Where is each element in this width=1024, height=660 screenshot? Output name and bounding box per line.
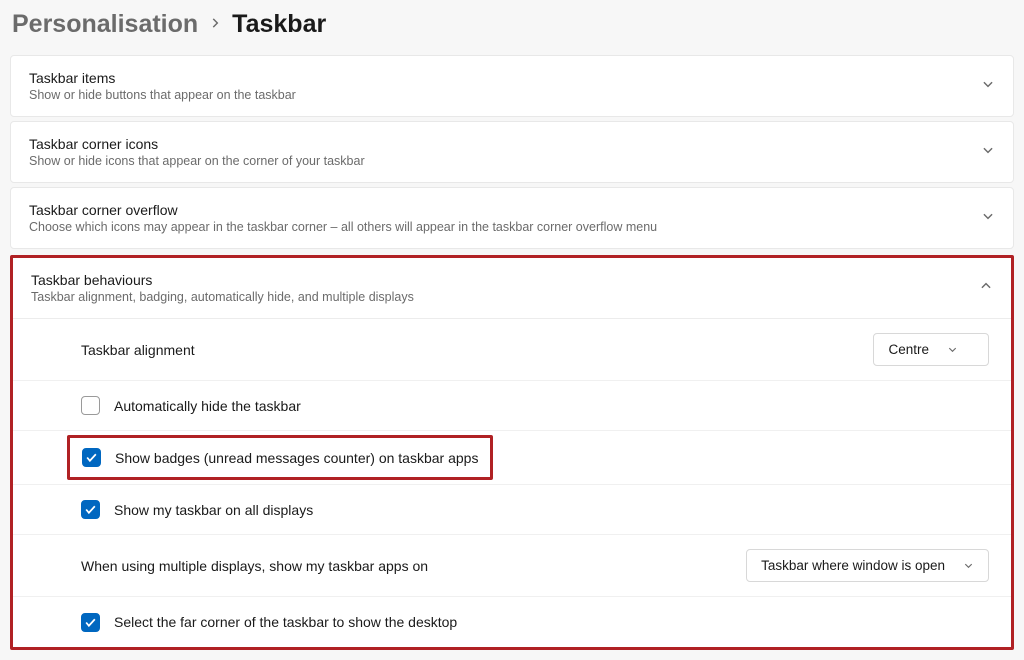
chevron-right-icon — [208, 14, 222, 35]
panel-title: Taskbar behaviours — [31, 272, 414, 288]
breadcrumb: Personalisation Taskbar — [0, 0, 1024, 55]
panel-title: Taskbar corner overflow — [29, 202, 657, 218]
select-value: Taskbar where window is open — [761, 558, 945, 573]
checkbox-far-corner[interactable] — [81, 613, 100, 632]
behaviours-settings-list: Taskbar alignment Centre Automatically h… — [13, 319, 1011, 647]
panel-corner-icons[interactable]: Taskbar corner icons Show or hide icons … — [10, 121, 1014, 183]
setting-label: Taskbar alignment — [81, 342, 195, 358]
multi-display-select[interactable]: Taskbar where window is open — [746, 549, 989, 582]
setting-taskbar-alignment: Taskbar alignment Centre — [13, 319, 1011, 381]
panel-subtitle: Show or hide buttons that appear on the … — [29, 88, 296, 102]
setting-label: Select the far corner of the taskbar to … — [114, 614, 457, 630]
panel-taskbar-items[interactable]: Taskbar items Show or hide buttons that … — [10, 55, 1014, 117]
chevron-down-icon — [981, 77, 995, 96]
highlight-behaviours-section: Taskbar behaviours Taskbar alignment, ba… — [10, 255, 1014, 650]
setting-label: Show badges (unread messages counter) on… — [115, 450, 478, 466]
setting-label: Show my taskbar on all displays — [114, 502, 313, 518]
checkbox-auto-hide[interactable] — [81, 396, 100, 415]
panel-title: Taskbar items — [29, 70, 296, 86]
panel-subtitle: Taskbar alignment, badging, automaticall… — [31, 290, 414, 304]
breadcrumb-current: Taskbar — [232, 10, 326, 39]
chevron-down-icon — [981, 143, 995, 162]
chevron-down-icon — [981, 209, 995, 228]
setting-auto-hide: Automatically hide the taskbar — [13, 381, 1011, 431]
select-value: Centre — [888, 342, 929, 357]
checkbox-badges[interactable] — [82, 448, 101, 467]
setting-multi-display: When using multiple displays, show my ta… — [13, 535, 1011, 597]
breadcrumb-parent[interactable]: Personalisation — [12, 10, 198, 39]
panel-title: Taskbar corner icons — [29, 136, 365, 152]
panel-corner-overflow[interactable]: Taskbar corner overflow Choose which ico… — [10, 187, 1014, 249]
alignment-select[interactable]: Centre — [873, 333, 989, 366]
setting-label: When using multiple displays, show my ta… — [81, 558, 428, 574]
panel-subtitle: Show or hide icons that appear on the co… — [29, 154, 365, 168]
highlight-badges-option: Show badges (unread messages counter) on… — [67, 435, 493, 480]
setting-all-displays: Show my taskbar on all displays — [13, 485, 1011, 535]
checkbox-all-displays[interactable] — [81, 500, 100, 519]
panel-behaviours[interactable]: Taskbar behaviours Taskbar alignment, ba… — [13, 258, 1011, 319]
setting-far-corner: Select the far corner of the taskbar to … — [13, 597, 1011, 647]
setting-badges: Show badges (unread messages counter) on… — [13, 431, 1011, 485]
panel-subtitle: Choose which icons may appear in the tas… — [29, 220, 657, 234]
setting-label: Automatically hide the taskbar — [114, 398, 301, 414]
chevron-up-icon — [979, 279, 993, 298]
